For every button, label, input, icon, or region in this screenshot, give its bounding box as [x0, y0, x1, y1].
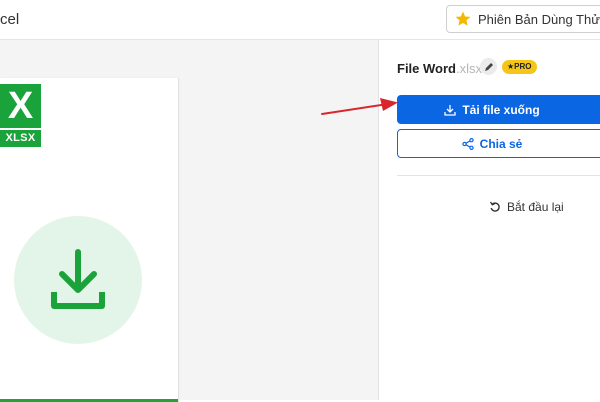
restart-button[interactable]: Bắt đầu lại [489, 200, 564, 214]
restart-label: Bắt đầu lại [507, 200, 564, 214]
app-title: cel [0, 11, 20, 28]
download-arrow-icon [51, 249, 105, 309]
share-label: Chia sẻ [479, 136, 523, 151]
download-file-button[interactable]: Tải file xuống [397, 95, 600, 124]
restart-icon [489, 201, 500, 212]
top-bar: cel Phiên Bản Dùng Thử Miễn Phí [0, 0, 600, 40]
preview-area: X XLSX [0, 40, 378, 402]
share-button[interactable]: Chia sẻ [397, 129, 600, 158]
free-trial-button[interactable]: Phiên Bản Dùng Thử Miễn Phí [446, 5, 600, 33]
file-name: File Word [397, 61, 456, 76]
free-trial-label: Phiên Bản Dùng Thử Miễn Phí [478, 11, 600, 27]
file-title: File Word.xlsx [397, 61, 482, 76]
right-panel: File Word.xlsx ★PRO Tải file xuống Chia … [378, 40, 600, 400]
pro-badge: ★PRO [502, 60, 537, 74]
file-extension: .xlsx [455, 61, 482, 76]
file-type-label: XLSX [0, 130, 41, 147]
star-icon [455, 11, 471, 26]
rename-button[interactable] [480, 58, 497, 75]
divider [397, 175, 600, 176]
pencil-icon [484, 62, 493, 71]
excel-logo: X [0, 84, 41, 128]
download-icon [444, 104, 456, 116]
share-icon [461, 137, 474, 150]
annotation-arrow [321, 98, 398, 115]
download-file-label: Tải file xuống [462, 102, 540, 117]
file-preview-card: X XLSX [0, 78, 179, 402]
download-preview-button[interactable] [14, 216, 142, 344]
